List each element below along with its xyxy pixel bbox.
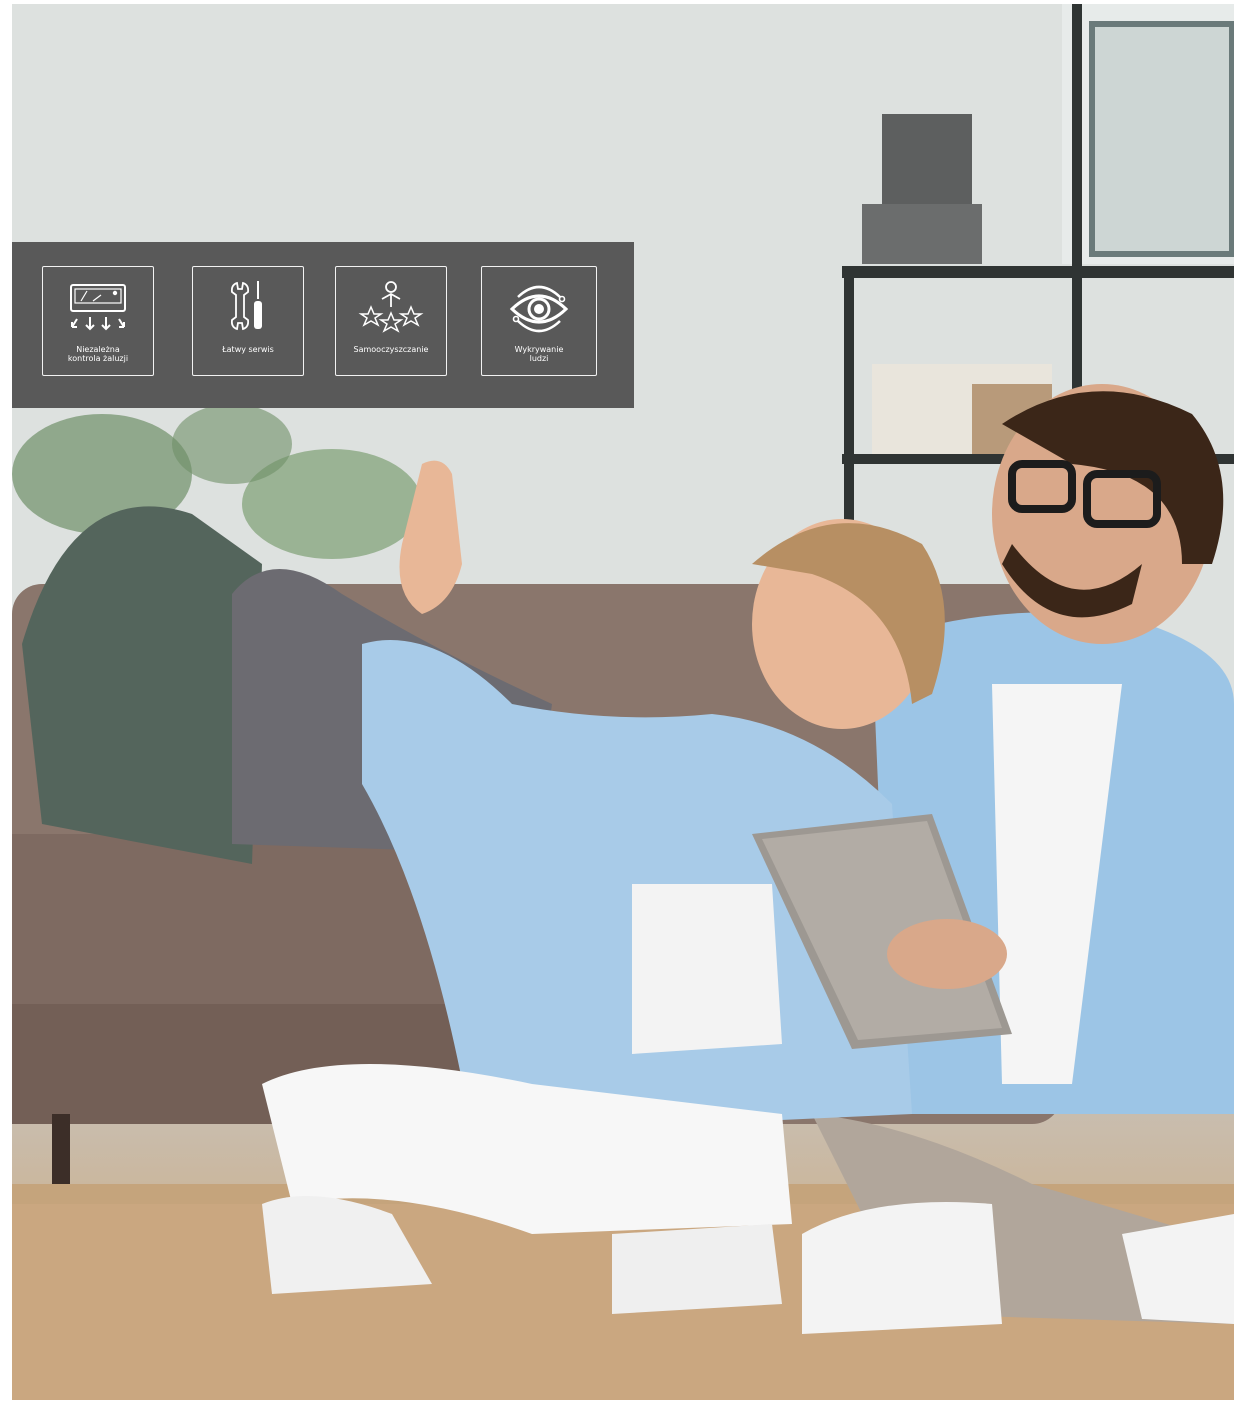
feature-card-self-cleaning: Samooczyszczanie: [335, 266, 447, 376]
feature-card-people-detection: Wykrywanie ludzi: [481, 266, 597, 376]
self-cleaning-icon: [358, 281, 424, 333]
feature-label: Łatwy serwis: [222, 345, 274, 354]
feature-card-louver-control: Niezależna kontrola żaluzji: [42, 266, 154, 376]
service-tools-icon: [230, 281, 262, 331]
feature-label: Samooczyszczanie: [353, 345, 429, 354]
feature-label: Niezależna kontrola żaluzji: [67, 345, 129, 363]
louver-control-icon: [70, 284, 126, 331]
eye-detection-icon: [509, 285, 569, 333]
hero-photo: [12, 4, 1234, 1400]
feature-bar: Niezależna kontrola żaluzji Łatwy serwis…: [12, 242, 634, 408]
hero-photo-illustration: [12, 4, 1234, 1400]
feature-label: Wykrywanie ludzi: [514, 345, 564, 363]
feature-card-easy-service: Łatwy serwis: [192, 266, 304, 376]
